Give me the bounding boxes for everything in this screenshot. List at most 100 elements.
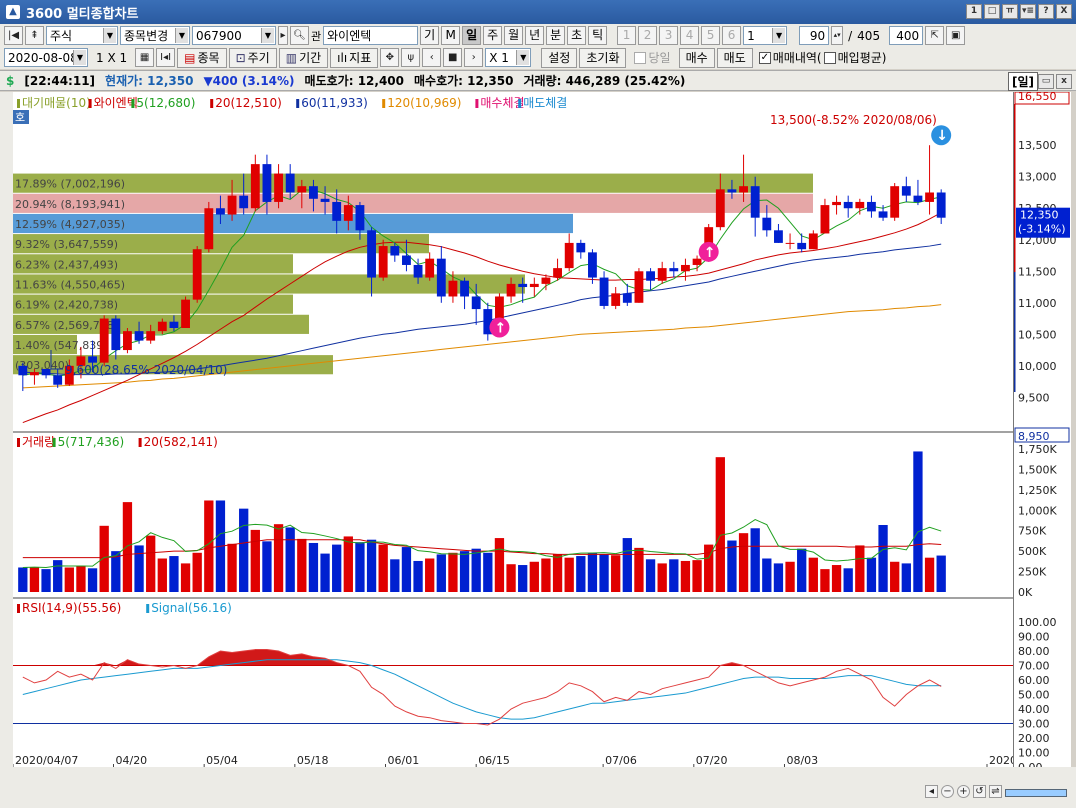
candle-body — [169, 321, 179, 328]
market-select[interactable]: 주식 — [46, 26, 118, 45]
layout-label[interactable]: 1 X 1 — [90, 51, 133, 65]
date-label: 2020/08/12 — [989, 754, 1013, 767]
volume-bar — [180, 563, 191, 592]
volume-bar — [924, 557, 935, 592]
volume-bar — [529, 561, 539, 592]
period-month-tab[interactable]: 월 — [504, 26, 524, 45]
gigan-button[interactable]: ▥ 기간 — [278, 47, 329, 68]
period-day-tab[interactable]: 일 — [462, 26, 482, 45]
date-picker[interactable]: 2020-08-08 — [4, 48, 88, 67]
num-select[interactable]: 1 — [743, 26, 788, 45]
candle-body — [878, 211, 888, 218]
price-legend-swatch — [17, 99, 20, 108]
bars-input[interactable]: 400 — [889, 26, 924, 45]
sell-button[interactable]: 매도 — [716, 47, 753, 68]
scroll-start-icon[interactable]: ◂ — [925, 785, 938, 798]
candle-body — [762, 217, 772, 231]
stop-icon[interactable]: ■ — [443, 48, 463, 67]
grid-icon[interactable]: ▦ — [135, 48, 155, 67]
candle-body — [692, 258, 702, 265]
price-legend-item: 20(12,510) — [215, 96, 282, 110]
volume-axis-label: 250K — [1018, 566, 1047, 579]
price-axis-label: 10,500 — [1018, 328, 1057, 341]
num-3-button[interactable]: 3 — [659, 26, 679, 45]
period-tick-tab[interactable]: 틱 — [588, 26, 608, 45]
navigator-icon[interactable]: ⇌ — [989, 785, 1002, 798]
avg-checkbox[interactable] — [823, 51, 836, 64]
num-4-button[interactable]: 4 — [680, 26, 700, 45]
bar-count-input[interactable]: 90 — [799, 26, 830, 45]
jugi-button[interactable]: ⊡ 주기 — [228, 47, 277, 68]
date-label: 06/15 — [478, 754, 510, 767]
today-checkbox[interactable] — [634, 51, 647, 64]
rsi-legend-item: RSI(14,9)(55.56) — [22, 601, 121, 615]
volume-legend-item: 5(717,436) — [58, 435, 125, 449]
export-icon[interactable]: ⇱ — [925, 26, 945, 45]
help-button[interactable]: ? — [1038, 4, 1054, 19]
buy-button[interactable]: 매수 — [678, 47, 715, 68]
date-label: 04/20 — [115, 754, 147, 767]
chart-svg[interactable]: 17.89% (7,002,196) 20.94% (8,193,941) 12.5… — [12, 92, 1052, 767]
axis-svg: 16,55013,50013,00012,50012,00011,50011,0… — [1012, 90, 1070, 774]
candle-body — [18, 365, 28, 376]
search-suffix[interactable]: 관 — [311, 28, 321, 44]
wave-icon[interactable]: ψ — [401, 48, 421, 67]
panel-restore-button[interactable]: ▭ — [1038, 74, 1054, 89]
gi-button[interactable]: 기 — [420, 26, 440, 45]
volume-bar — [645, 559, 656, 592]
count-spinner-icon[interactable]: ▴▾ — [831, 26, 844, 45]
m-button[interactable]: M — [441, 26, 461, 45]
stock-name-field[interactable]: 와이엔텍 — [323, 26, 419, 45]
window-menu-button[interactable]: ▾≡ — [1020, 4, 1036, 19]
volume-axis-label: 1,000K — [1018, 504, 1057, 517]
period-minute-tab[interactable]: 분 — [546, 26, 566, 45]
period-week-tab[interactable]: 주 — [483, 26, 503, 45]
jipyo-button[interactable]: ılı 지표 — [330, 47, 379, 68]
candle-body — [413, 264, 423, 278]
split-icon[interactable]: I◂I — [156, 48, 176, 67]
scroll-left-icon[interactable]: ‹ — [422, 48, 442, 67]
window-pin-button[interactable]: ㅠ — [1002, 4, 1018, 19]
close-button[interactable]: X — [1056, 4, 1072, 19]
candle-body — [425, 258, 435, 278]
window-restore-button[interactable]: □ — [984, 4, 1000, 19]
num-2-button[interactable]: 2 — [638, 26, 658, 45]
first-page-icon[interactable]: |◀ — [4, 26, 23, 45]
panel-close-button[interactable]: x — [1056, 74, 1072, 89]
reset-button[interactable]: 초기화 — [579, 47, 627, 68]
scroll-right-icon[interactable]: › — [464, 48, 484, 67]
num-6-button[interactable]: 6 — [722, 26, 742, 45]
zoom-out-icon[interactable]: − — [941, 785, 954, 798]
save-icon[interactable]: ▣ — [946, 26, 966, 45]
next-arrow-icon[interactable]: ▸ — [278, 26, 288, 45]
search-icon[interactable]: 🔍︎ — [290, 26, 309, 45]
date-label: 05/04 — [206, 754, 238, 767]
price-legend-item: 매수체결 — [480, 96, 524, 110]
chart-area[interactable]: 17.89% (7,002,196) 20.94% (8,193,941) 12.5… — [12, 92, 1052, 767]
change-item-select[interactable]: 종목변경 — [120, 26, 190, 45]
crosshair-icon[interactable]: ✥ — [380, 48, 400, 67]
rsi-legend-item: Signal(56.16) — [151, 601, 232, 615]
date-label: 08/03 — [786, 754, 818, 767]
candle-body — [41, 368, 51, 376]
jongmok-button[interactable]: ▤ 종목 — [177, 47, 227, 68]
period-year-tab[interactable]: 년 — [525, 26, 545, 45]
num-5-button[interactable]: 5 — [701, 26, 721, 45]
reset-zoom-icon[interactable]: ↺ — [973, 785, 986, 798]
current-price-tag: 12,350 — [1020, 209, 1059, 222]
multiplier-select[interactable]: X 1 — [485, 48, 532, 67]
volume-bar — [541, 558, 551, 592]
volume-profile-label: 11.63% (4,550,465) — [15, 279, 125, 292]
price-legend-swatch — [88, 99, 92, 108]
zoom-in-icon[interactable]: + — [957, 785, 970, 798]
volume-bar — [436, 554, 446, 592]
trades-checkbox[interactable]: ✓ — [758, 51, 771, 64]
scroll-thumb[interactable] — [1005, 789, 1067, 797]
bid-label: 매수호가: — [414, 74, 463, 88]
period-second-tab[interactable]: 초 — [567, 26, 587, 45]
window-number-button[interactable]: 1 — [966, 4, 982, 19]
setting-button[interactable]: 설정 — [541, 47, 578, 68]
num-1-button[interactable]: 1 — [617, 26, 637, 45]
pin-top-icon[interactable]: ⇞ — [25, 26, 44, 45]
stock-code-input[interactable]: 067900 — [192, 26, 276, 45]
